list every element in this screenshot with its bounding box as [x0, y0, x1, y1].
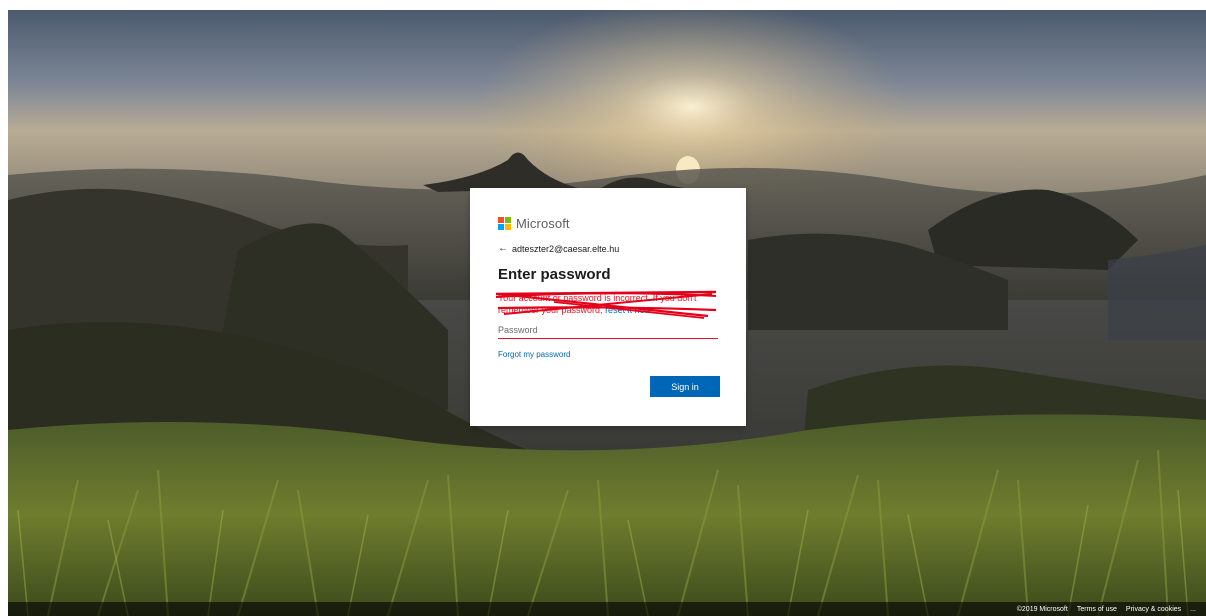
- error-text: Your account or password is incorrect. I…: [498, 293, 697, 315]
- microsoft-logo-icon: [498, 216, 511, 230]
- brand-name: Microsoft: [516, 215, 570, 231]
- page-title: Enter password: [498, 266, 611, 283]
- sign-in-button[interactable]: Sign in: [650, 376, 720, 397]
- forgot-password-link[interactable]: Forgot my password: [498, 350, 570, 359]
- password-input[interactable]: [498, 322, 718, 339]
- more-options-icon[interactable]: ...: [1190, 606, 1196, 613]
- identity-email: adteszter2@caesar.elte.hu: [512, 244, 620, 254]
- sign-in-dialog: Microsoft ← adteszter2@caesar.elte.hu En…: [470, 188, 746, 426]
- privacy-cookies-link[interactable]: Privacy & cookies: [1126, 606, 1181, 613]
- copyright-text: ©2019 Microsoft: [1016, 605, 1068, 613]
- identity-banner[interactable]: ← adteszter2@caesar.elte.hu: [498, 244, 620, 255]
- brand-header: Microsoft: [498, 215, 570, 231]
- back-arrow-icon[interactable]: ←: [498, 244, 508, 254]
- reset-password-link[interactable]: reset it now.: [605, 305, 653, 315]
- terms-of-use-link[interactable]: Terms of use: [1077, 606, 1117, 613]
- login-page: Microsoft ← adteszter2@caesar.elte.hu En…: [8, 10, 1206, 616]
- page-footer: ©2019 Microsoft Terms of use Privacy & c…: [8, 602, 1206, 616]
- error-message: Your account or password is incorrect. I…: [498, 292, 722, 316]
